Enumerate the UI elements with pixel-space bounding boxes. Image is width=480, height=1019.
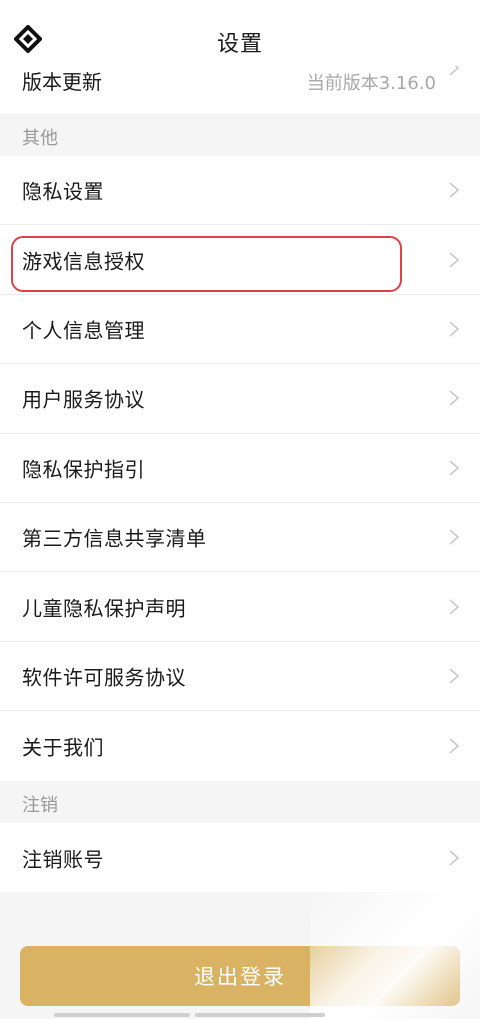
section-header-other: 其他 <box>0 114 480 156</box>
home-indicator-right <box>195 1013 325 1017</box>
list-item-label: 第三方信息共享清单 <box>22 526 207 551</box>
chevron-right-icon <box>449 850 460 866</box>
cancel-account-list: 注销账号 <box>0 823 480 893</box>
list-item-personal-info-management[interactable]: 个人信息管理 <box>0 295 480 365</box>
list-item-label: 隐私保护指引 <box>22 457 145 482</box>
chevron-right-icon <box>449 460 460 476</box>
section-title-other: 其他 <box>22 128 58 149</box>
chevron-right-icon <box>449 251 460 268</box>
list-item-label: 关于我们 <box>22 735 104 760</box>
section-header-cancel: 注销 <box>0 781 480 823</box>
list-item-label: 隐私设置 <box>22 179 104 204</box>
list-item-cancel-account[interactable]: 注销账号 <box>0 823 480 892</box>
chevron-right-icon <box>449 182 460 198</box>
version-update-label: 版本更新 <box>22 70 102 94</box>
current-version-value: 当前版本3.16.0 <box>306 73 436 94</box>
list-item-label: 儿童隐私保护声明 <box>22 596 186 621</box>
list-item-privacy-settings[interactable]: 隐私设置 <box>0 156 480 226</box>
list-item-software-license-agreement[interactable]: 软件许可服务协议 <box>0 642 480 712</box>
chevron-right-icon <box>449 529 460 545</box>
list-item-about-us[interactable]: 关于我们 <box>0 711 480 780</box>
list-item-label: 软件许可服务协议 <box>22 665 186 690</box>
home-indicator-left <box>54 1013 190 1017</box>
section-title-cancel: 注销 <box>22 795 58 816</box>
list-item-label: 注销账号 <box>22 847 104 872</box>
page-title: 设置 <box>216 32 263 57</box>
list-item-privacy-protection-guide[interactable]: 隐私保护指引 <box>0 434 480 503</box>
list-item-game-info-authorization[interactable]: 游戏信息授权 <box>0 225 480 295</box>
chevron-right-icon <box>449 321 460 337</box>
chevron-right-icon <box>449 598 460 615</box>
chevron-right-icon <box>449 66 460 76</box>
list-item-label: 用户服务协议 <box>22 387 145 412</box>
list-item-label: 游戏信息授权 <box>22 249 145 274</box>
list-item-child-privacy-statement[interactable]: 儿童隐私保护声明 <box>0 572 480 642</box>
list-item-label: 个人信息管理 <box>22 318 145 343</box>
chevron-right-icon <box>449 738 460 754</box>
version-update-row[interactable]: 版本更新 当前版本3.16.0 <box>0 66 480 114</box>
chevron-right-icon <box>449 668 460 684</box>
list-item-user-service-agreement[interactable]: 用户服务协议 <box>0 364 480 434</box>
list-item-third-party-sharing-list[interactable]: 第三方信息共享清单 <box>0 503 480 573</box>
logout-button[interactable]: 退出登录 <box>20 946 460 1006</box>
other-settings-list: 隐私设置 游戏信息授权 个人信息管理 用户服务协议 隐私保护指引 第三方信息共享… <box>0 156 480 781</box>
chevron-right-icon <box>449 390 460 406</box>
